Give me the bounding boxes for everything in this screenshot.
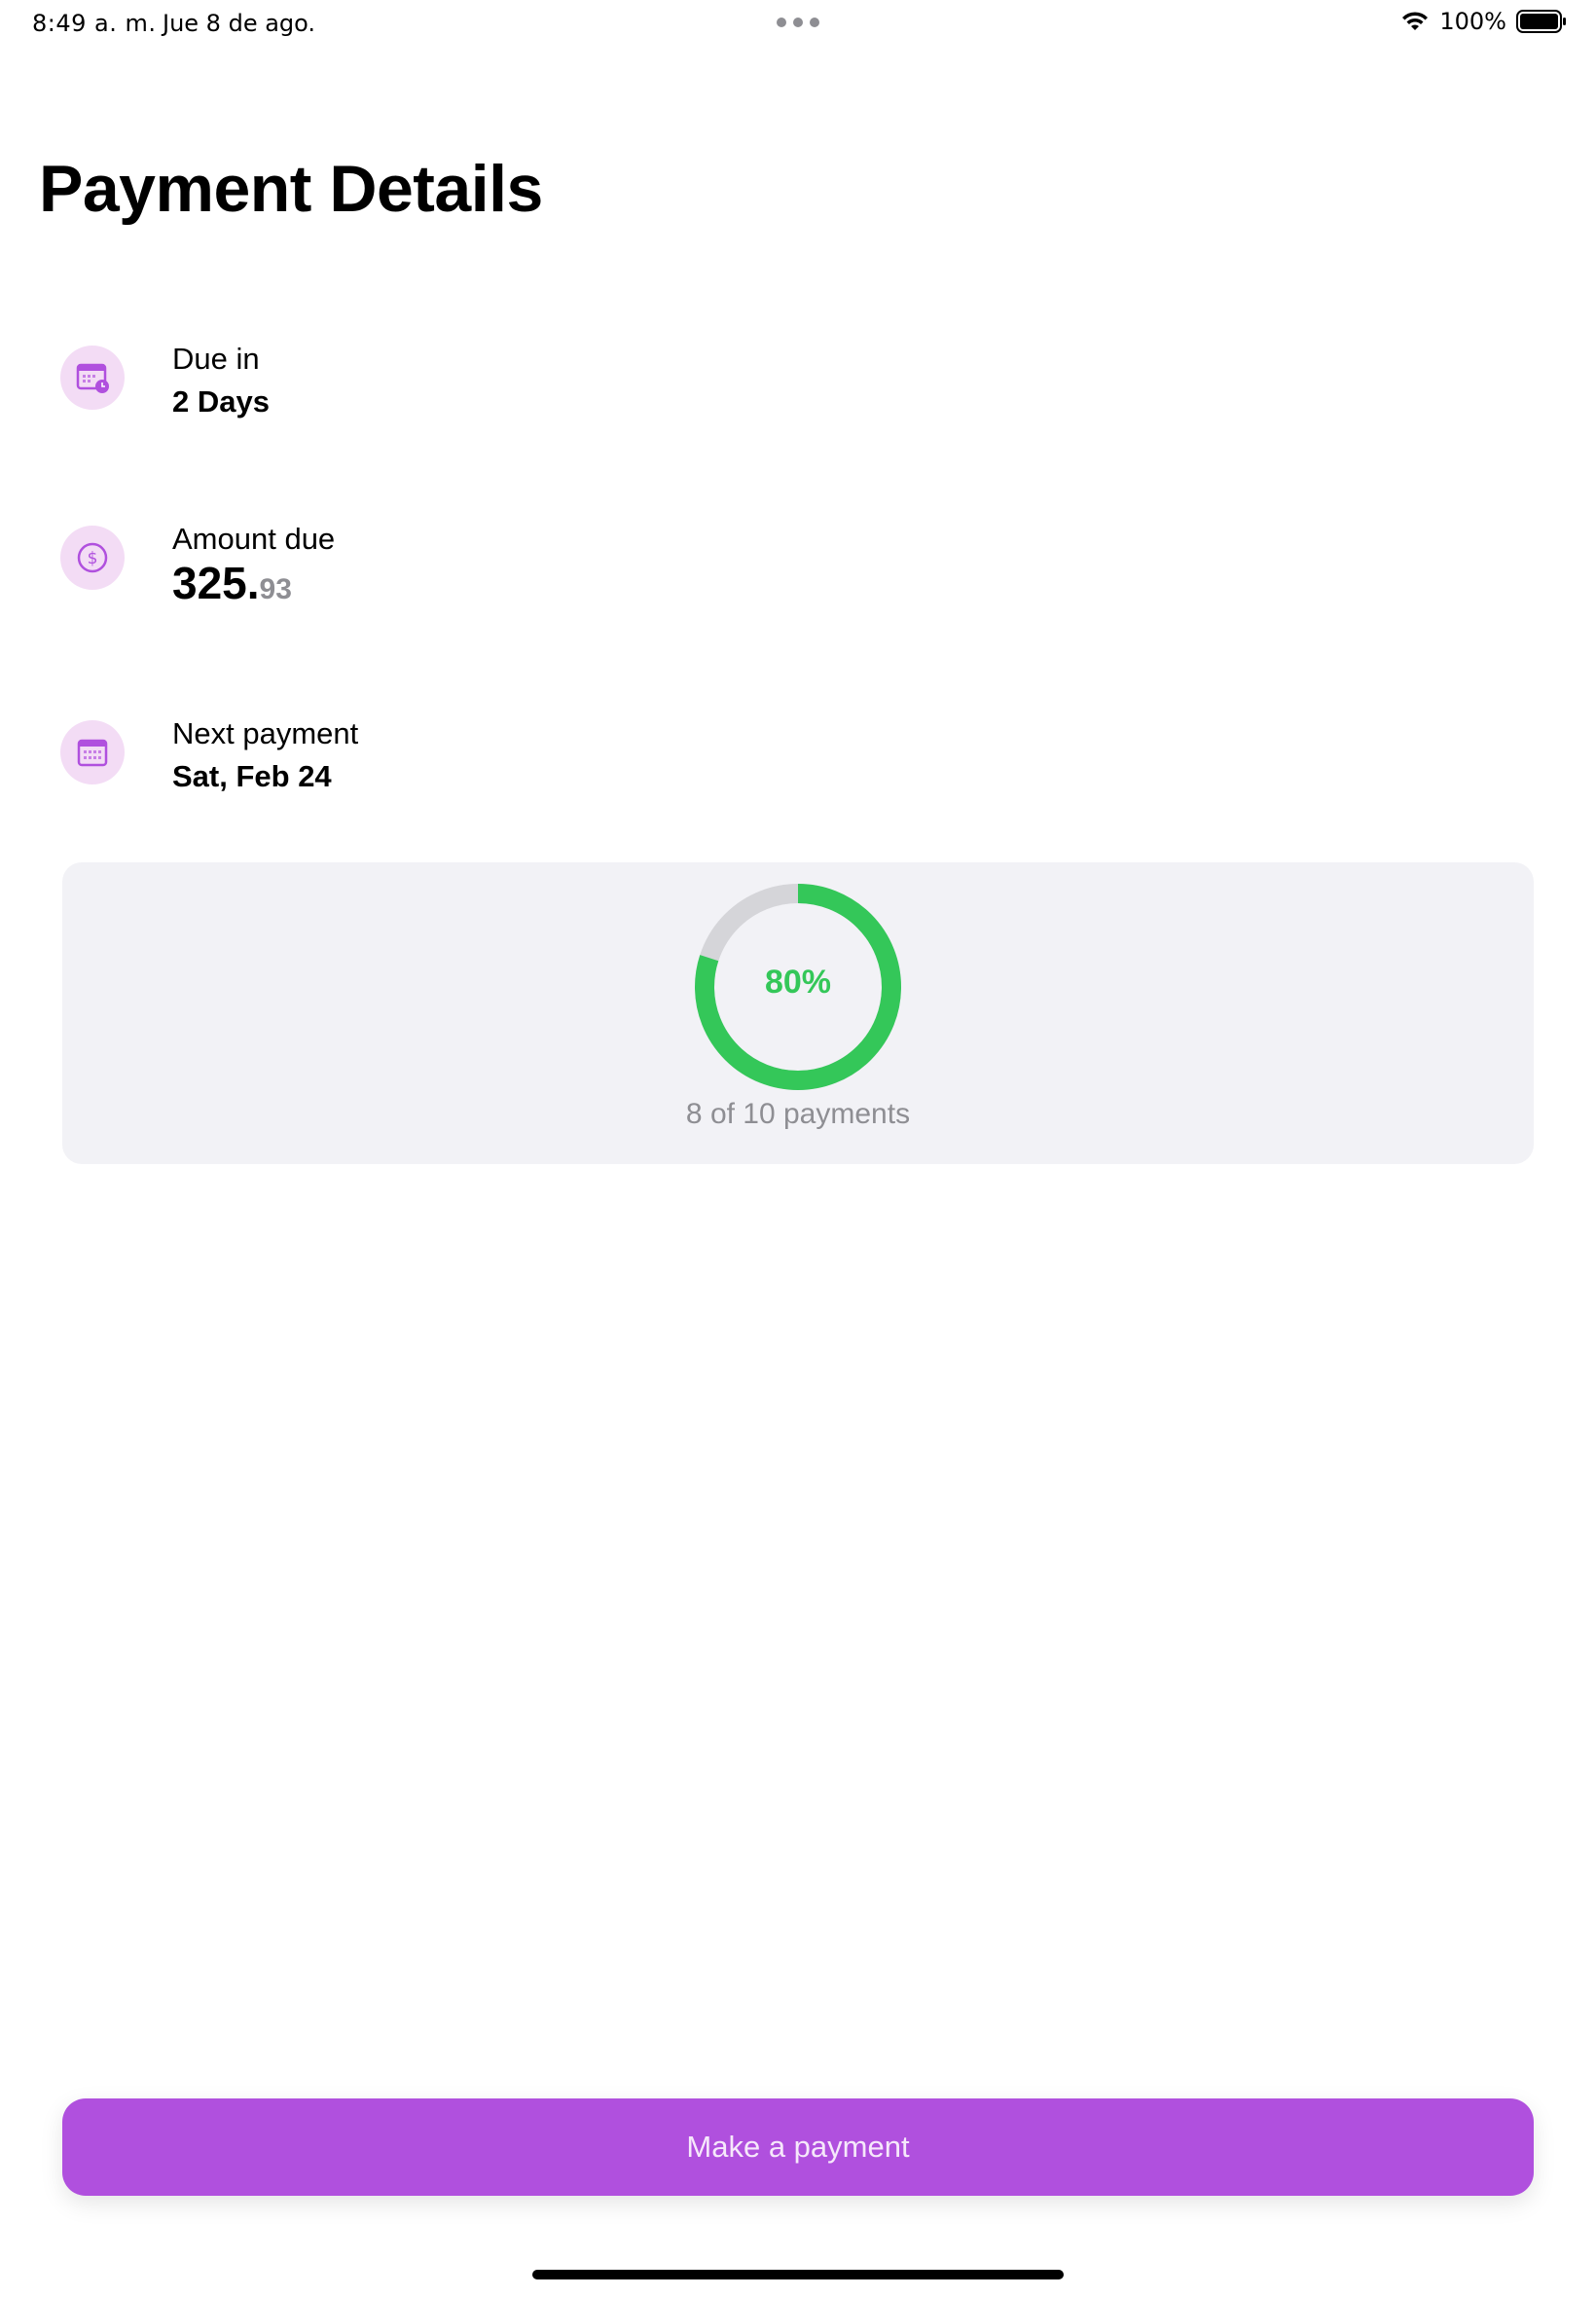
more-dots-icon[interactable] bbox=[777, 18, 819, 27]
payment-details-screen: 8:49 a. m. Jue 8 de ago. 100% Payment De… bbox=[0, 0, 1596, 2297]
next-payment-label: Next payment bbox=[172, 716, 359, 750]
amount-due-label: Amount due bbox=[172, 522, 336, 556]
status-indicators: 100% bbox=[1400, 8, 1567, 35]
next-payment-value: Sat, Feb 24 bbox=[172, 759, 332, 793]
status-date: Jue 8 de ago. bbox=[163, 10, 316, 37]
page-title: Payment Details bbox=[39, 152, 543, 226]
battery-percent: 100% bbox=[1439, 8, 1506, 35]
next-payment-row: Next payment Sat, Feb 24 bbox=[60, 709, 644, 806]
payment-progress-card: 80% 8 of 10 payments bbox=[62, 862, 1534, 1164]
due-in-value: 2 Days bbox=[172, 384, 270, 419]
calendar-icon bbox=[60, 720, 125, 784]
calendar-clock-icon bbox=[60, 346, 125, 410]
due-in-row: Due in 2 Days bbox=[60, 334, 644, 431]
due-in-label: Due in bbox=[172, 342, 260, 376]
amount-whole: 325. bbox=[172, 558, 260, 608]
home-indicator[interactable] bbox=[532, 2270, 1064, 2279]
progress-percent: 80% bbox=[764, 964, 832, 1001]
status-bar: 8:49 a. m. Jue 8 de ago. 100% bbox=[0, 0, 1596, 47]
wifi-icon bbox=[1402, 12, 1429, 30]
make-payment-button[interactable]: Make a payment bbox=[62, 2098, 1534, 2196]
amount-cents: 93 bbox=[259, 573, 292, 605]
progress-caption: 8 of 10 payments bbox=[685, 1098, 911, 1130]
battery-icon bbox=[1516, 10, 1566, 33]
dollar-circle-icon: $ bbox=[60, 526, 125, 590]
amount-due-value: 325.93 bbox=[172, 557, 292, 609]
status-time: 8:49 a. m. bbox=[32, 10, 157, 37]
amount-due-row: $ Amount due 325.93 bbox=[60, 514, 644, 611]
svg-text:$: $ bbox=[88, 549, 98, 568]
